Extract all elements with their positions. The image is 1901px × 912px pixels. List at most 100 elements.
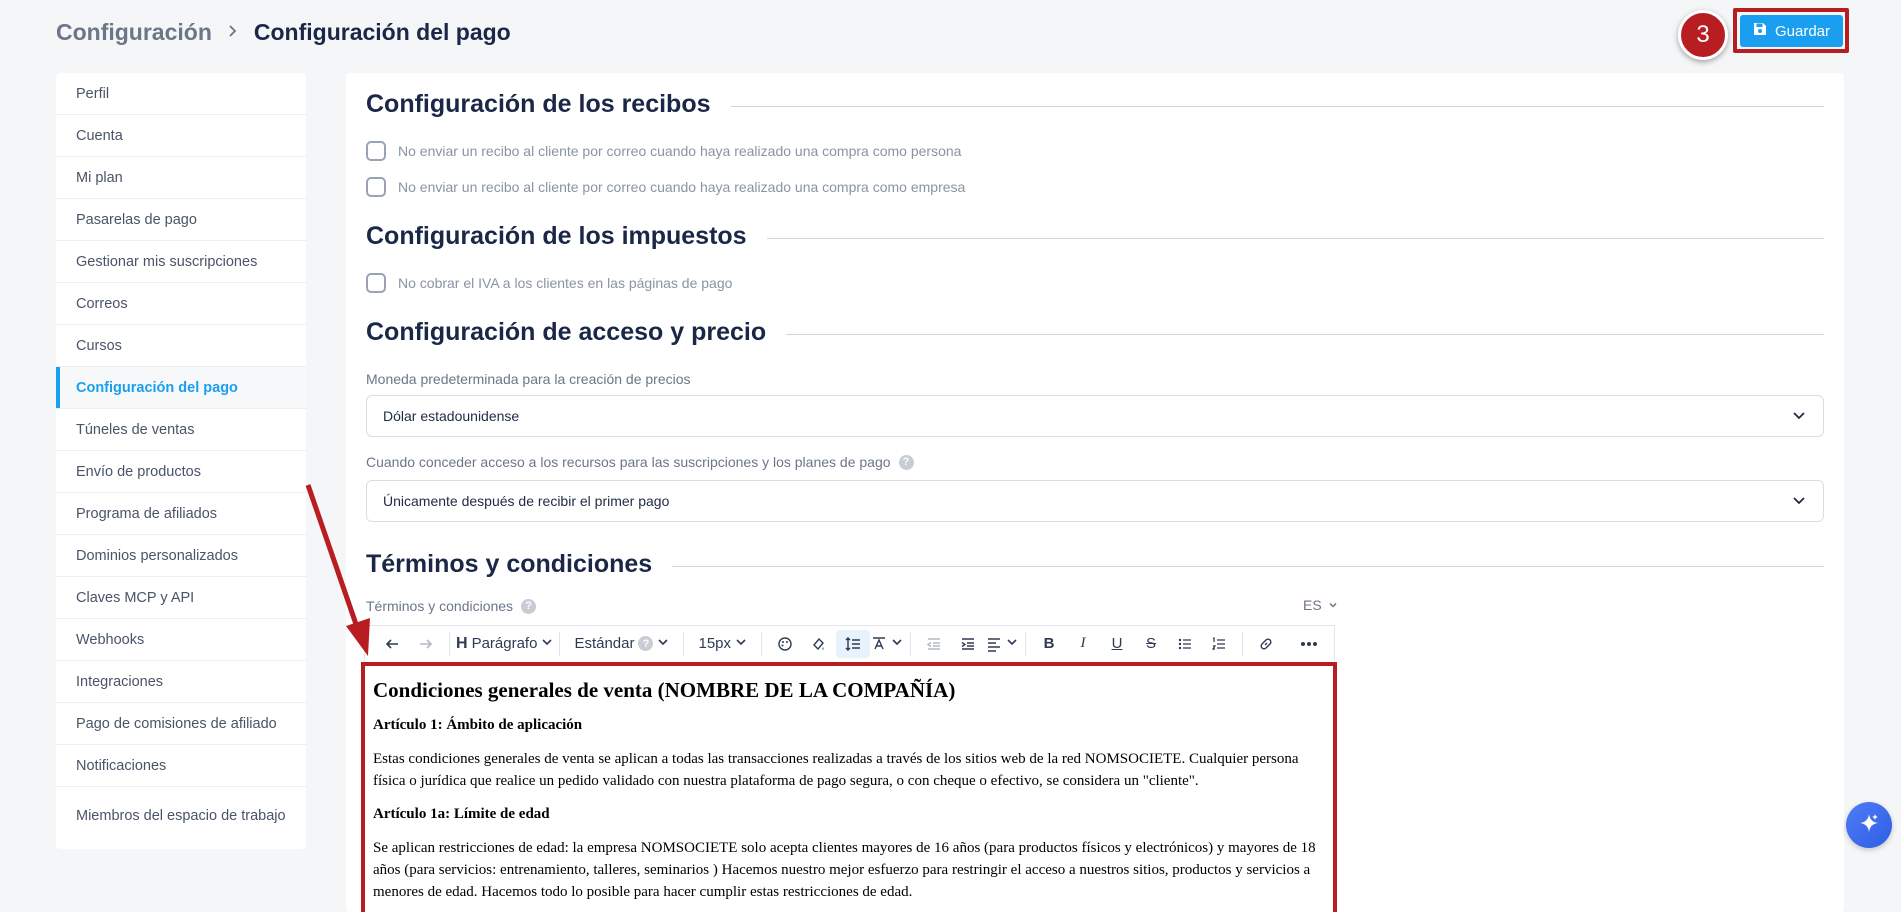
sidebar-item-gestionar-suscripciones[interactable]: Gestionar mis suscripciones xyxy=(56,241,306,283)
underline-icon[interactable]: U xyxy=(1100,630,1134,658)
vat-checkbox[interactable] xyxy=(366,273,386,293)
toolbar-divider xyxy=(910,631,912,656)
sidebar-item-notificaciones[interactable]: Notificaciones xyxy=(56,745,306,787)
save-button-label: Guardar xyxy=(1774,22,1831,40)
grant-label-text: Cuando conceder acceso a los recursos pa… xyxy=(366,454,891,470)
heading-icon: H xyxy=(456,634,468,652)
grant-access-select[interactable]: Únicamente después de recibir el primer … xyxy=(366,480,1824,522)
terms-label-text: Términos y condiciones xyxy=(366,598,514,614)
toolbar-divider xyxy=(683,631,685,656)
help-icon[interactable]: ? xyxy=(898,454,914,470)
taxes-section-header: Configuración de los impuestos xyxy=(366,222,1824,251)
block-format-dropdown[interactable]: H Parágrafo xyxy=(456,630,553,658)
numbered-list-icon[interactable] xyxy=(1202,630,1236,658)
receipts-section-title: Configuración de los recibos xyxy=(366,90,711,118)
redo-icon[interactable] xyxy=(409,630,443,658)
receipt-person-checkbox[interactable] xyxy=(366,141,386,161)
chevron-down-icon xyxy=(1328,597,1338,613)
sidebar-item-configuracion-del-pago[interactable]: Configuración del pago xyxy=(56,367,306,409)
chevron-down-icon xyxy=(1791,492,1807,511)
undo-icon[interactable] xyxy=(375,630,409,658)
italic-icon[interactable]: I xyxy=(1066,630,1100,658)
chevron-down-icon xyxy=(735,635,747,652)
outdent-icon[interactable] xyxy=(917,630,951,658)
receipt-company-label: No enviar un recibo al cliente por corre… xyxy=(398,179,966,195)
chevron-down-icon xyxy=(657,635,669,652)
help-icon: ? xyxy=(638,636,654,651)
toolbar-divider xyxy=(761,631,763,656)
block-format-value: Parágrafo xyxy=(471,635,538,652)
sidebar-item-miembros-espacio-trabajo[interactable]: Miembros del espacio de trabajo xyxy=(56,787,306,845)
sidebar-item-dominios-personalizados[interactable]: Dominios personalizados xyxy=(56,535,306,577)
bullet-list-icon[interactable] xyxy=(1168,630,1202,658)
currency-select[interactable]: Dólar estadounidense xyxy=(366,395,1824,437)
grant-selected-value: Únicamente después de recibir el primer … xyxy=(383,493,670,509)
save-button[interactable]: Guardar xyxy=(1740,15,1843,47)
chevron-down-icon xyxy=(1791,407,1807,426)
rich-text-toolbar: H Parágrafo Estándar ? 15px B I U S xyxy=(364,625,1335,661)
toolbar-divider xyxy=(1025,631,1027,656)
bold-icon[interactable]: B xyxy=(1032,630,1066,658)
font-size-value: 15px xyxy=(698,635,732,652)
sidebar-item-webhooks[interactable]: Webhooks xyxy=(56,619,306,661)
page-title: Configuración del pago xyxy=(253,18,511,45)
ai-assistant-button[interactable] xyxy=(1846,802,1892,848)
settings-sidebar: Perfil Cuenta Mi plan Pasarelas de pago … xyxy=(56,73,306,849)
sidebar-item-tuneles-de-ventas[interactable]: Túneles de ventas xyxy=(56,409,306,451)
access-section-header: Configuración de acceso y precio xyxy=(366,318,1824,347)
section-divider xyxy=(766,238,1824,239)
toolbar-divider xyxy=(559,631,561,656)
chevron-down-icon xyxy=(891,635,903,652)
font-family-value: Estándar xyxy=(574,635,635,652)
sidebar-item-pago-comisiones[interactable]: Pago de comisiones de afiliado xyxy=(56,703,306,745)
receipt-company-checkbox[interactable] xyxy=(366,177,386,197)
article-1-text: Estas condiciones generales de venta se … xyxy=(373,751,1299,789)
sidebar-item-mi-plan[interactable]: Mi plan xyxy=(56,157,306,199)
receipt-company-option: No enviar un recibo al cliente por corre… xyxy=(366,177,965,197)
help-icon[interactable]: ? xyxy=(521,598,537,614)
align-dropdown[interactable] xyxy=(985,630,1019,658)
chevron-down-icon xyxy=(1006,635,1018,652)
highlight-color-icon[interactable] xyxy=(802,630,836,658)
floppy-disk-icon xyxy=(1753,22,1767,40)
link-icon[interactable] xyxy=(1249,630,1283,658)
sidebar-item-cuenta[interactable]: Cuenta xyxy=(56,115,306,157)
article-1-title: Artículo 1: Ámbito de aplicación xyxy=(373,717,583,733)
sidebar-item-envio-de-productos[interactable]: Envío de productos xyxy=(56,451,306,493)
vat-option: No cobrar el IVA a los clientes en las p… xyxy=(366,273,732,293)
access-section-title: Configuración de acceso y precio xyxy=(366,318,767,346)
section-divider xyxy=(730,106,1824,107)
receipt-person-option: No enviar un recibo al cliente por corre… xyxy=(366,141,961,161)
terms-field-label: Términos y condiciones ? xyxy=(366,598,537,614)
section-divider xyxy=(786,334,1824,335)
sidebar-item-claves-mcp-api[interactable]: Claves MCP y API xyxy=(56,577,306,619)
strikethrough-icon[interactable]: S xyxy=(1134,630,1168,658)
text-color-icon[interactable] xyxy=(768,630,802,658)
sidebar-item-integraciones[interactable]: Integraciones xyxy=(56,661,306,703)
language-code: ES xyxy=(1303,597,1322,613)
receipt-person-label: No enviar un recibo al cliente por corre… xyxy=(398,143,962,159)
breadcrumb-parent-link[interactable]: Configuración xyxy=(56,19,212,46)
currency-selected-value: Dólar estadounidense xyxy=(383,408,520,424)
sidebar-item-correos[interactable]: Correos xyxy=(56,283,306,325)
font-size-dropdown[interactable]: 15px xyxy=(690,630,755,658)
more-options-icon[interactable] xyxy=(1292,630,1326,658)
terms-section-title: Términos y condiciones xyxy=(366,550,653,578)
sidebar-item-perfil[interactable]: Perfil xyxy=(56,73,306,115)
sidebar-item-pasarelas-de-pago[interactable]: Pasarelas de pago xyxy=(56,199,306,241)
article-1a-title: Artículo 1a: Límite de edad xyxy=(373,806,550,822)
text-format-dropdown[interactable] xyxy=(870,630,904,658)
font-family-dropdown[interactable]: Estándar ? xyxy=(566,630,677,658)
language-selector[interactable]: ES xyxy=(1303,597,1338,613)
article-1a-text: Se aplican restricciones de edad: la emp… xyxy=(373,840,1316,900)
terms-editor[interactable]: Condiciones generales de venta (NOMBRE D… xyxy=(365,666,1333,912)
sidebar-item-cursos[interactable]: Cursos xyxy=(56,325,306,367)
currency-field-label: Moneda predeterminada para la creación d… xyxy=(366,371,691,387)
indent-icon[interactable] xyxy=(951,630,985,658)
terms-heading: Condiciones generales de venta (NOMBRE D… xyxy=(373,678,956,702)
sidebar-item-programa-de-afiliados[interactable]: Programa de afiliados xyxy=(56,493,306,535)
grant-field-label: Cuando conceder acceso a los recursos pa… xyxy=(366,454,914,470)
line-height-icon[interactable] xyxy=(836,629,871,658)
breadcrumb: Configuración Configuración del pago xyxy=(56,14,511,50)
toolbar-divider xyxy=(449,631,450,656)
